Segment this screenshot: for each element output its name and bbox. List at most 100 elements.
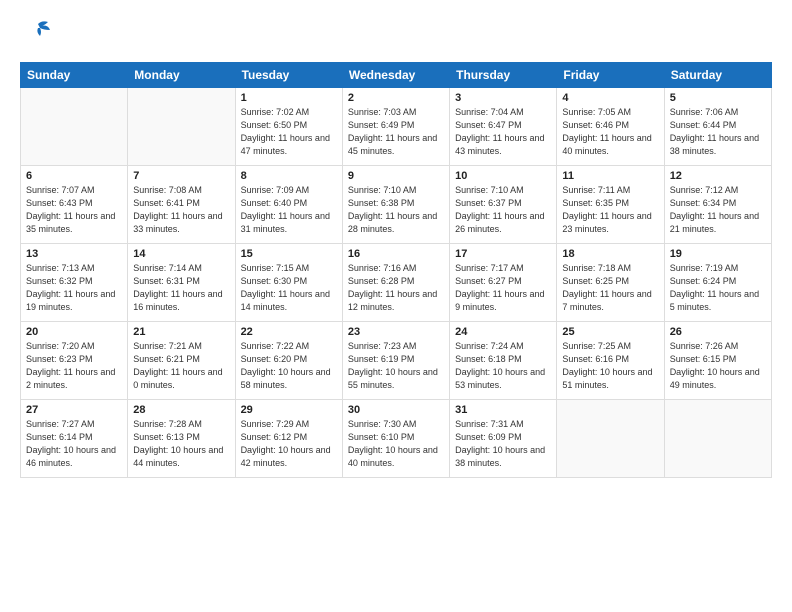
day-info-line: Daylight: 11 hours and 43 minutes. <box>455 132 551 158</box>
day-info-line: Sunrise: 7:24 AM <box>455 340 551 353</box>
day-info-line: Sunset: 6:40 PM <box>241 197 337 210</box>
header <box>20 16 772 52</box>
week-row-1: 1Sunrise: 7:02 AMSunset: 6:50 PMDaylight… <box>21 88 772 166</box>
weekday-header-wednesday: Wednesday <box>342 63 449 88</box>
day-info: Sunrise: 7:18 AMSunset: 6:25 PMDaylight:… <box>562 262 658 314</box>
day-number: 14 <box>133 248 229 260</box>
day-info-line: Sunrise: 7:05 AM <box>562 106 658 119</box>
weekday-header-saturday: Saturday <box>664 63 771 88</box>
day-info-line: Daylight: 10 hours and 49 minutes. <box>670 366 766 392</box>
day-info-line: Sunrise: 7:12 AM <box>670 184 766 197</box>
day-info-line: Daylight: 10 hours and 38 minutes. <box>455 444 551 470</box>
calendar-cell: 2Sunrise: 7:03 AMSunset: 6:49 PMDaylight… <box>342 88 449 166</box>
day-info-line: Sunrise: 7:25 AM <box>562 340 658 353</box>
day-number: 6 <box>26 170 122 182</box>
day-info-line: Sunrise: 7:20 AM <box>26 340 122 353</box>
day-info-line: Daylight: 10 hours and 44 minutes. <box>133 444 229 470</box>
day-info: Sunrise: 7:25 AMSunset: 6:16 PMDaylight:… <box>562 340 658 392</box>
day-info-line: Daylight: 10 hours and 53 minutes. <box>455 366 551 392</box>
day-info: Sunrise: 7:17 AMSunset: 6:27 PMDaylight:… <box>455 262 551 314</box>
logo <box>20 16 58 52</box>
day-info-line: Daylight: 10 hours and 55 minutes. <box>348 366 444 392</box>
day-info: Sunrise: 7:14 AMSunset: 6:31 PMDaylight:… <box>133 262 229 314</box>
day-info-line: Sunrise: 7:16 AM <box>348 262 444 275</box>
day-info-line: Sunset: 6:44 PM <box>670 119 766 132</box>
day-info-line: Sunrise: 7:11 AM <box>562 184 658 197</box>
calendar-cell: 7Sunrise: 7:08 AMSunset: 6:41 PMDaylight… <box>128 166 235 244</box>
day-info-line: Sunset: 6:13 PM <box>133 431 229 444</box>
day-number: 26 <box>670 326 766 338</box>
day-info-line: Daylight: 11 hours and 9 minutes. <box>455 288 551 314</box>
day-info-line: Sunrise: 7:28 AM <box>133 418 229 431</box>
weekday-header-thursday: Thursday <box>450 63 557 88</box>
calendar-cell: 19Sunrise: 7:19 AMSunset: 6:24 PMDayligh… <box>664 244 771 322</box>
day-info-line: Daylight: 11 hours and 2 minutes. <box>26 366 122 392</box>
day-number: 18 <box>562 248 658 260</box>
day-info: Sunrise: 7:12 AMSunset: 6:34 PMDaylight:… <box>670 184 766 236</box>
calendar-cell <box>128 88 235 166</box>
day-info-line: Sunset: 6:10 PM <box>348 431 444 444</box>
calendar-cell: 3 Sunrise: 7:04 AMSunset: 6:47 PMDaylight… <box>450 88 557 166</box>
day-info-line: Sunrise: 7:15 AM <box>241 262 337 275</box>
day-info-line: Sunrise: 7:02 AM <box>241 106 337 119</box>
day-info-line: Sunset: 6:37 PM <box>455 197 551 210</box>
day-info-line: Sunrise: 7:10 AM <box>348 184 444 197</box>
day-info-line: Daylight: 11 hours and 14 minutes. <box>241 288 337 314</box>
day-number: 28 <box>133 404 229 416</box>
week-row-3: 13Sunrise: 7:13 AMSunset: 6:32 PMDayligh… <box>21 244 772 322</box>
calendar-cell: 31Sunrise: 7:31 AMSunset: 6:09 PMDayligh… <box>450 400 557 478</box>
day-info-line: Sunset: 6:38 PM <box>348 197 444 210</box>
calendar-cell: 27Sunrise: 7:27 AMSunset: 6:14 PMDayligh… <box>21 400 128 478</box>
day-info: Sunrise: 7:11 AMSunset: 6:35 PMDaylight:… <box>562 184 658 236</box>
day-info-line: Daylight: 10 hours and 58 minutes. <box>241 366 337 392</box>
day-info: Sunrise: 7:10 AMSunset: 6:38 PMDaylight:… <box>348 184 444 236</box>
day-number: 4 <box>562 92 658 104</box>
day-number: 24 <box>455 326 551 338</box>
day-info: Sunrise: 7:19 AMSunset: 6:24 PMDaylight:… <box>670 262 766 314</box>
day-info: Sunrise: 7:09 AMSunset: 6:40 PMDaylight:… <box>241 184 337 236</box>
weekday-header-sunday: Sunday <box>21 63 128 88</box>
day-info: Sunrise: 7:28 AMSunset: 6:13 PMDaylight:… <box>133 418 229 470</box>
day-info-line: Daylight: 11 hours and 31 minutes. <box>241 210 337 236</box>
day-info-line: Daylight: 10 hours and 42 minutes. <box>241 444 337 470</box>
day-info: Sunrise: 7:10 AMSunset: 6:37 PMDaylight:… <box>455 184 551 236</box>
week-row-4: 20Sunrise: 7:20 AMSunset: 6:23 PMDayligh… <box>21 322 772 400</box>
day-info: Sunrise: 7:22 AMSunset: 6:20 PMDaylight:… <box>241 340 337 392</box>
day-info-line: Sunset: 6:34 PM <box>670 197 766 210</box>
day-info-line: Daylight: 10 hours and 51 minutes. <box>562 366 658 392</box>
day-info-line: Sunrise: 7:08 AM <box>133 184 229 197</box>
calendar-cell: 11Sunrise: 7:11 AMSunset: 6:35 PMDayligh… <box>557 166 664 244</box>
day-info-line: Sunset: 6:15 PM <box>670 353 766 366</box>
calendar-cell: 25Sunrise: 7:25 AMSunset: 6:16 PMDayligh… <box>557 322 664 400</box>
day-number: 3 <box>455 92 551 104</box>
calendar-cell: 28 Sunrise: 7:28 AMSunset: 6:13 PMDayligh… <box>128 400 235 478</box>
calendar-cell: 16Sunrise: 7:16 AMSunset: 6:28 PMDayligh… <box>342 244 449 322</box>
day-number: 9 <box>348 170 444 182</box>
day-info-line: Sunrise: 7:18 AM <box>562 262 658 275</box>
day-info: Sunrise: 7:08 AMSunset: 6:41 PMDaylight:… <box>133 184 229 236</box>
day-info-line: Daylight: 11 hours and 16 minutes. <box>133 288 229 314</box>
day-number: 31 <box>455 404 551 416</box>
day-info-line: Sunset: 6:09 PM <box>455 431 551 444</box>
calendar-cell: 22Sunrise: 7:22 AMSunset: 6:20 PMDayligh… <box>235 322 342 400</box>
day-info-line: Sunrise: 7:26 AM <box>670 340 766 353</box>
page: SundayMondayTuesdayWednesdayThursdayFrid… <box>0 0 792 612</box>
calendar-table: SundayMondayTuesdayWednesdayThursdayFrid… <box>20 62 772 478</box>
day-info-line: Sunset: 6:24 PM <box>670 275 766 288</box>
day-info: Sunrise: 7:23 AMSunset: 6:19 PMDaylight:… <box>348 340 444 392</box>
day-info-line: Sunset: 6:49 PM <box>348 119 444 132</box>
day-number: 2 <box>348 92 444 104</box>
day-number: 13 <box>26 248 122 260</box>
day-number: 30 <box>348 404 444 416</box>
day-info-line: Daylight: 10 hours and 46 minutes. <box>26 444 122 470</box>
calendar-cell: 30Sunrise: 7:30 AMSunset: 6:10 PMDayligh… <box>342 400 449 478</box>
day-info: Sunrise: 7:20 AMSunset: 6:23 PMDaylight:… <box>26 340 122 392</box>
day-info-line: Sunrise: 7:23 AM <box>348 340 444 353</box>
day-info-line: Sunset: 6:12 PM <box>241 431 337 444</box>
calendar-cell: 18 Sunrise: 7:18 AMSunset: 6:25 PMDayligh… <box>557 244 664 322</box>
calendar-cell: 12Sunrise: 7:12 AMSunset: 6:34 PMDayligh… <box>664 166 771 244</box>
weekday-header-row: SundayMondayTuesdayWednesdayThursdayFrid… <box>21 63 772 88</box>
day-info-line: Daylight: 11 hours and 38 minutes. <box>670 132 766 158</box>
day-info: Sunrise: 7:04 AMSunset: 6:47 PMDaylight:… <box>455 106 551 158</box>
day-info-line: Sunset: 6:41 PM <box>133 197 229 210</box>
